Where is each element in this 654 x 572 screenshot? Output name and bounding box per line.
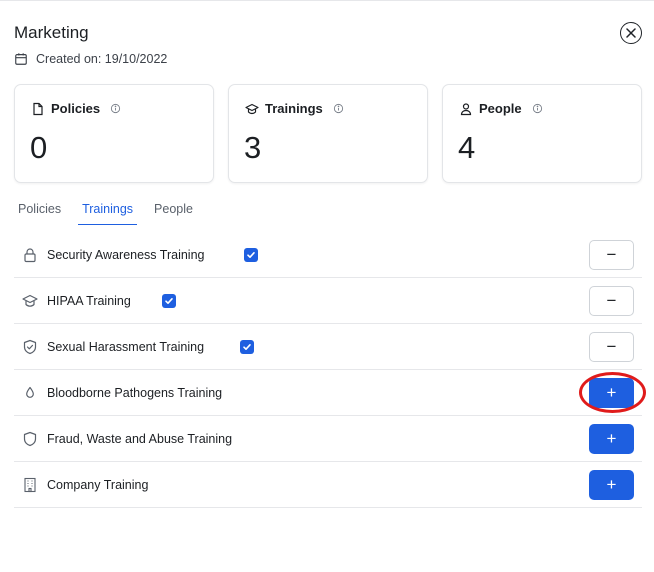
top-divider xyxy=(0,0,654,1)
training-name: Bloodborne Pathogens Training xyxy=(47,385,223,400)
created-date: Created on: 19/10/2022 xyxy=(14,52,167,66)
graduation-cap-icon xyxy=(22,293,38,309)
add-training-button[interactable]: + xyxy=(589,470,634,500)
info-icon[interactable] xyxy=(532,103,543,114)
close-button[interactable] xyxy=(620,22,642,44)
stat-card-policies: Policies 0 xyxy=(14,84,214,183)
tab-policies[interactable]: Policies xyxy=(14,200,65,225)
person-icon xyxy=(459,102,473,116)
shield-check-icon xyxy=(22,339,38,355)
training-list: Security Awareness Training − HIPAA Trai… xyxy=(14,232,642,508)
training-name: Fraud, Waste and Abuse Training xyxy=(47,431,233,446)
training-name: Company Training xyxy=(47,477,149,492)
training-name: HIPAA Training xyxy=(47,293,131,308)
add-training-button[interactable]: + xyxy=(589,424,634,454)
list-item: HIPAA Training − xyxy=(14,278,642,324)
check-icon xyxy=(240,340,254,354)
stat-label: People xyxy=(479,101,522,116)
droplet-icon xyxy=(22,385,38,401)
list-item: Company Training + xyxy=(14,462,642,508)
document-icon xyxy=(31,102,45,116)
stat-card-people: People 4 xyxy=(442,84,642,183)
remove-training-button[interactable]: − xyxy=(589,286,634,316)
stat-value: 0 xyxy=(30,130,47,165)
add-training-button[interactable]: + xyxy=(589,378,634,408)
list-item: Sexual Harassment Training − xyxy=(14,324,642,370)
check-icon xyxy=(244,248,258,262)
page-title: Marketing xyxy=(14,23,89,42)
check-icon xyxy=(162,294,176,308)
list-item: Security Awareness Training − xyxy=(14,232,642,278)
remove-training-button[interactable]: − xyxy=(589,240,634,270)
tab-bar: Policies Trainings People xyxy=(14,200,210,225)
list-item: Bloodborne Pathogens Training + xyxy=(14,370,642,416)
training-name: Security Awareness Training xyxy=(47,247,205,262)
info-icon[interactable] xyxy=(110,103,121,114)
graduation-cap-icon xyxy=(245,102,259,116)
tab-people[interactable]: People xyxy=(150,200,197,225)
calendar-icon xyxy=(14,52,28,66)
training-name: Sexual Harassment Training xyxy=(47,339,205,354)
stat-card-trainings: Trainings 3 xyxy=(228,84,428,183)
building-icon xyxy=(22,477,38,493)
remove-training-button[interactable]: − xyxy=(589,332,634,362)
stat-label: Policies xyxy=(51,101,101,116)
stat-label: Trainings xyxy=(265,101,323,116)
lock-icon xyxy=(22,247,38,263)
shield-icon xyxy=(22,431,38,447)
stat-value: 4 xyxy=(458,130,475,165)
close-icon xyxy=(625,27,637,39)
list-item: Fraud, Waste and Abuse Training + xyxy=(14,416,642,462)
created-date-text: Created on: 19/10/2022 xyxy=(36,52,168,66)
tab-trainings[interactable]: Trainings xyxy=(78,200,138,225)
stat-value: 3 xyxy=(244,130,261,165)
info-icon[interactable] xyxy=(333,103,344,114)
